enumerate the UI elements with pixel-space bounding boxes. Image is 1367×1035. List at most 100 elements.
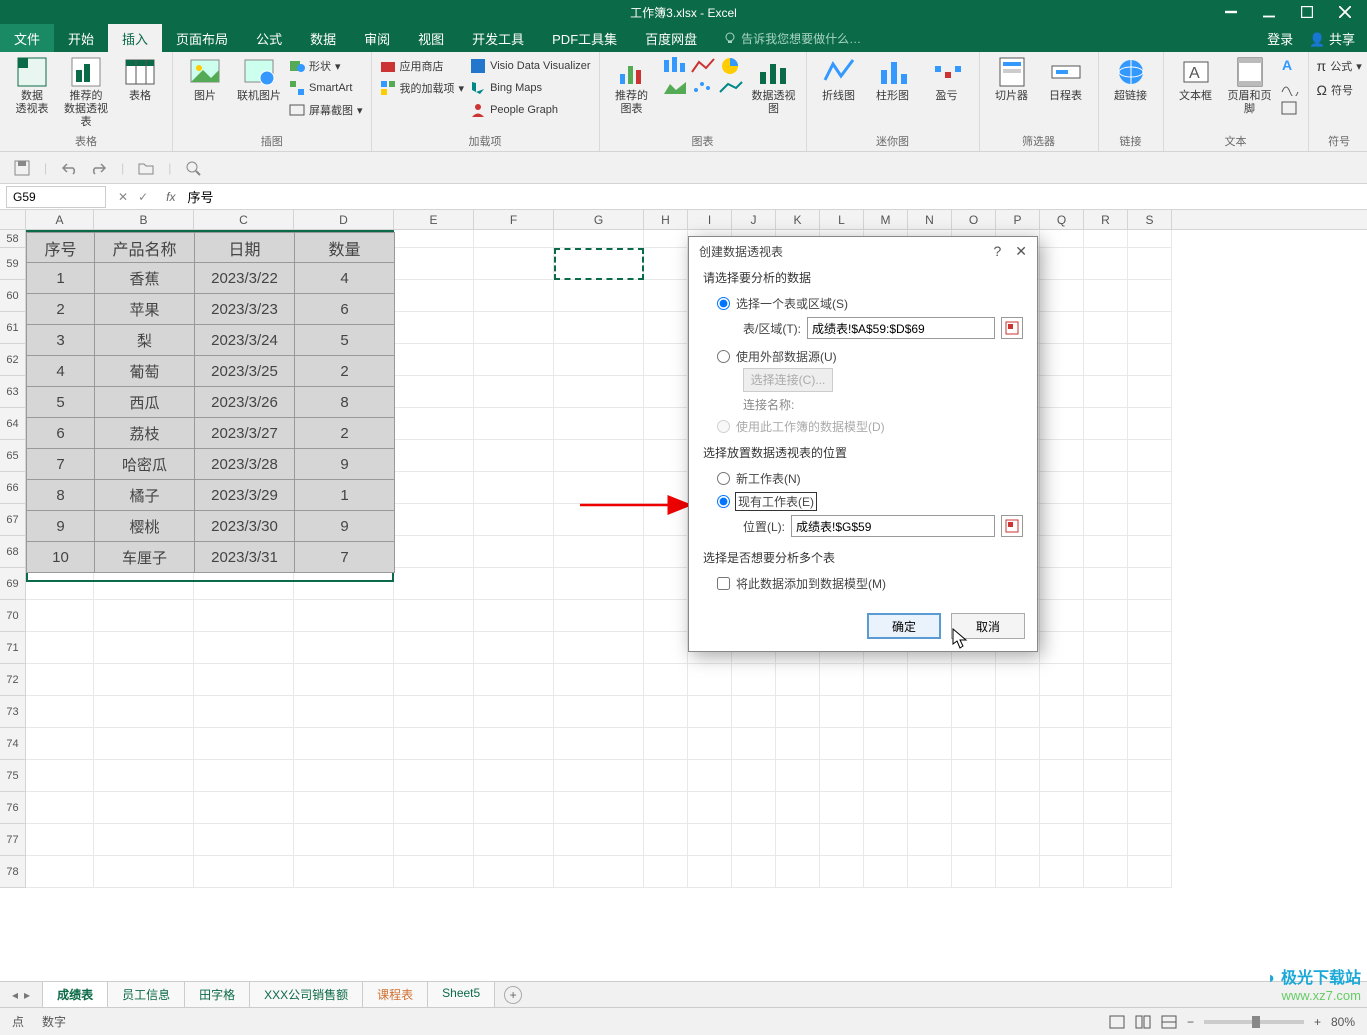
cell[interactable]	[732, 856, 776, 888]
pivotchart-button[interactable]: 数据透视图	[750, 56, 798, 116]
cell[interactable]	[776, 856, 820, 888]
cell[interactable]	[644, 344, 688, 376]
col-header[interactable]: G	[554, 210, 644, 229]
cell[interactable]	[864, 792, 908, 824]
col-header[interactable]: A	[26, 210, 94, 229]
cell[interactable]	[394, 696, 474, 728]
cell[interactable]	[1040, 536, 1084, 568]
cell[interactable]	[1128, 504, 1172, 536]
chart-pie-icon[interactable]	[718, 56, 744, 76]
cell[interactable]	[474, 568, 554, 600]
cell[interactable]	[1084, 312, 1128, 344]
cell[interactable]	[194, 664, 294, 696]
cell[interactable]	[644, 792, 688, 824]
cell[interactable]	[1040, 472, 1084, 504]
shapes-button[interactable]: 形状 ▾	[289, 56, 363, 76]
sheet-nav-first-icon[interactable]: ◂	[12, 988, 18, 1002]
cell[interactable]	[1040, 344, 1084, 376]
cell[interactable]	[1128, 312, 1172, 344]
cell[interactable]	[1128, 344, 1172, 376]
row-header[interactable]: 62	[0, 344, 26, 376]
row-header[interactable]: 73	[0, 696, 26, 728]
cell[interactable]	[554, 280, 644, 312]
sheet-tab[interactable]: 田字格	[184, 981, 250, 1009]
tab-insert[interactable]: 插入	[108, 24, 162, 52]
cell[interactable]	[394, 760, 474, 792]
cell[interactable]	[732, 760, 776, 792]
sheet-tab[interactable]: Sheet5	[427, 981, 495, 1009]
row-header[interactable]: 61	[0, 312, 26, 344]
cell[interactable]	[776, 696, 820, 728]
cell[interactable]	[194, 696, 294, 728]
cell[interactable]	[644, 664, 688, 696]
pictures-button[interactable]: 图片	[181, 56, 229, 103]
sparkline-winloss-button[interactable]: 盈亏	[923, 56, 971, 103]
cell[interactable]	[1084, 760, 1128, 792]
dialog-help-icon[interactable]: ?	[993, 243, 1001, 260]
cell[interactable]	[1084, 824, 1128, 856]
cell[interactable]	[26, 760, 94, 792]
sparkline-col-button[interactable]: 柱形图	[869, 56, 917, 103]
tab-pdf[interactable]: PDF工具集	[538, 24, 631, 52]
cancel-entry-icon[interactable]: ✕	[118, 190, 128, 204]
cell[interactable]	[294, 600, 394, 632]
cell[interactable]	[194, 824, 294, 856]
cell[interactable]	[394, 568, 474, 600]
people-graph-button[interactable]: People Graph	[470, 100, 590, 120]
cell[interactable]	[194, 600, 294, 632]
cell[interactable]	[1084, 440, 1128, 472]
range-picker-icon[interactable]	[1001, 317, 1023, 339]
cell[interactable]	[94, 824, 194, 856]
cell[interactable]	[554, 632, 644, 664]
cell[interactable]	[644, 440, 688, 472]
cell[interactable]	[554, 824, 644, 856]
col-header[interactable]: P	[996, 210, 1040, 229]
maximize-icon[interactable]	[1289, 2, 1325, 22]
cell[interactable]	[1040, 824, 1084, 856]
zoom-in-button[interactable]: +	[1314, 1015, 1321, 1029]
cell[interactable]	[1128, 664, 1172, 696]
cell[interactable]	[1128, 536, 1172, 568]
cell[interactable]	[394, 664, 474, 696]
row-header[interactable]: 70	[0, 600, 26, 632]
cell[interactable]	[776, 760, 820, 792]
cell[interactable]	[554, 440, 644, 472]
cell[interactable]	[1084, 472, 1128, 504]
smartart-button[interactable]: SmartArt	[289, 78, 363, 98]
cell[interactable]	[820, 824, 864, 856]
tab-pagelayout[interactable]: 页面布局	[162, 24, 242, 52]
open-icon[interactable]	[138, 160, 154, 176]
row-header[interactable]: 68	[0, 536, 26, 568]
row-header[interactable]: 72	[0, 664, 26, 696]
cell[interactable]	[554, 536, 644, 568]
cell[interactable]	[26, 632, 94, 664]
cell[interactable]	[688, 696, 732, 728]
col-header[interactable]: S	[1128, 210, 1172, 229]
cell[interactable]	[1128, 632, 1172, 664]
cell[interactable]	[26, 792, 94, 824]
cell[interactable]	[644, 568, 688, 600]
cell[interactable]	[1128, 760, 1172, 792]
cell[interactable]	[94, 664, 194, 696]
col-header[interactable]: E	[394, 210, 474, 229]
cell[interactable]	[688, 792, 732, 824]
cell[interactable]	[908, 760, 952, 792]
cell[interactable]	[1084, 504, 1128, 536]
row-header[interactable]: 63	[0, 376, 26, 408]
cell[interactable]	[908, 728, 952, 760]
redo-icon[interactable]	[91, 160, 107, 176]
cell[interactable]	[1128, 280, 1172, 312]
tab-file[interactable]: 文件	[0, 24, 54, 52]
cell[interactable]	[820, 696, 864, 728]
cell[interactable]	[644, 600, 688, 632]
view-pagelayout-icon[interactable]	[1135, 1015, 1151, 1029]
pivottable-button[interactable]: 数据 透视表	[8, 56, 56, 116]
cell[interactable]	[644, 632, 688, 664]
cell[interactable]	[554, 376, 644, 408]
cell[interactable]	[1128, 824, 1172, 856]
cell[interactable]	[94, 856, 194, 888]
cell[interactable]	[1128, 408, 1172, 440]
cell[interactable]	[732, 664, 776, 696]
zoom-out-button[interactable]: −	[1187, 1015, 1194, 1029]
cell[interactable]	[864, 728, 908, 760]
